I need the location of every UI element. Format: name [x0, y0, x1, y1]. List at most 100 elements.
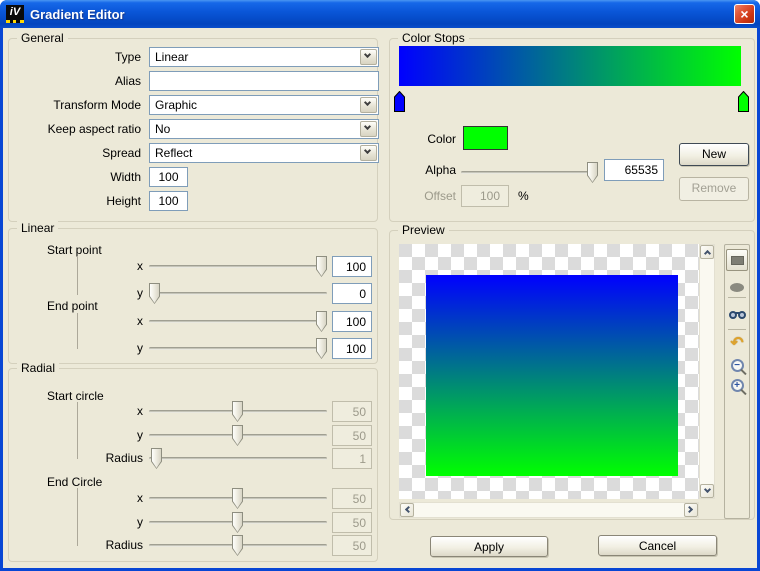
general-legend: General: [17, 31, 68, 46]
undo-button[interactable]: ↶: [727, 332, 747, 352]
keep-aspect-ratio-value: No: [155, 122, 170, 136]
type-dropdown-button[interactable]: [360, 49, 377, 65]
slider-thumb[interactable]: [316, 256, 327, 277]
gradient-editor-dialog: iV Gradient Editor × General Type Linear…: [0, 0, 760, 571]
type-value: Linear: [155, 50, 188, 64]
zoom-out-button[interactable]: −: [727, 355, 747, 375]
y-axis-label: y: [49, 428, 143, 442]
gradient-bar[interactable]: [399, 46, 741, 86]
slider-thumb: [232, 425, 243, 446]
spread-dropdown-button[interactable]: [360, 145, 377, 161]
transform-mode-value: Graphic: [155, 98, 197, 112]
rectangle-icon: [731, 256, 744, 265]
linear-end-y-slider[interactable]: [149, 347, 327, 350]
transform-mode-dropdown-button[interactable]: [360, 97, 377, 113]
height-label: Height: [19, 194, 141, 208]
radial-start-radius-row: Radius 1: [9, 448, 377, 470]
chevron-left-icon: [405, 506, 412, 513]
height-input[interactable]: 100: [149, 191, 188, 211]
rectangle-tool-button[interactable]: [726, 249, 748, 271]
linear-end-x-slider[interactable]: [149, 320, 327, 323]
slider-thumb: [151, 448, 162, 469]
cancel-button[interactable]: Cancel: [598, 535, 717, 556]
linear-start-y-value[interactable]: 0: [332, 283, 372, 304]
radial-end-x-row: x 50: [9, 488, 377, 510]
linear-start-x-row: x 100: [9, 256, 377, 278]
undo-icon: ↶: [730, 333, 743, 352]
gradient-stop-marker-end[interactable]: [738, 91, 749, 112]
alpha-value-input[interactable]: 65535: [604, 159, 664, 181]
radial-end-y-row: y 50: [9, 512, 377, 534]
preview-gradient: [426, 275, 678, 476]
slider-thumb[interactable]: [149, 283, 160, 304]
type-label: Type: [19, 50, 141, 64]
radial-end-radius-value: 50: [332, 535, 372, 556]
chevron-down-icon: [704, 486, 711, 493]
radial-end-x-slider: [149, 497, 327, 500]
color-label: Color: [398, 132, 456, 146]
color-stops-legend: Color Stops: [398, 31, 469, 46]
general-group: General Type Linear Alias Transform Mode…: [8, 38, 378, 222]
chevron-down-icon: [364, 147, 371, 154]
radial-end-radius-slider: [149, 544, 327, 547]
radial-start-x-row: x 50: [9, 401, 377, 423]
keep-aspect-ratio-label: Keep aspect ratio: [19, 122, 141, 136]
scroll-up-button[interactable]: [700, 245, 714, 259]
radial-legend: Radial: [17, 361, 59, 376]
x-axis-label: x: [49, 259, 143, 273]
linear-start-x-value[interactable]: 100: [332, 256, 372, 277]
slider-thumb[interactable]: [316, 338, 327, 359]
width-input[interactable]: 100: [149, 167, 188, 187]
keep-aspect-ratio-combobox[interactable]: No: [149, 119, 379, 139]
radial-start-y-value: 50: [332, 425, 372, 446]
slider-thumb[interactable]: [587, 162, 598, 183]
scroll-down-button[interactable]: [700, 484, 714, 498]
new-stop-button[interactable]: New: [679, 143, 749, 166]
linear-end-y-value[interactable]: 100: [332, 338, 372, 359]
keep-aspect-ratio-dropdown-button[interactable]: [360, 121, 377, 137]
transform-mode-combobox[interactable]: Graphic: [149, 95, 379, 115]
offset-input: 100: [461, 185, 509, 207]
linear-end-x-value[interactable]: 100: [332, 311, 372, 332]
close-button[interactable]: ×: [734, 4, 755, 24]
preview-group: Preview ↶ − +: [389, 230, 755, 520]
alpha-slider[interactable]: [461, 171, 598, 174]
chevron-down-icon: [364, 123, 371, 130]
radial-end-x-value: 50: [332, 488, 372, 509]
zoom-in-button[interactable]: +: [727, 375, 747, 395]
preview-glasses-button[interactable]: [727, 305, 747, 325]
chevron-down-icon: [364, 99, 371, 106]
preview-vertical-scrollbar[interactable]: [699, 244, 715, 499]
alias-label: Alias: [19, 74, 141, 88]
radial-group: Radial Start circle x 50 y 50 Radius 1 E…: [8, 368, 378, 562]
apply-button[interactable]: Apply: [430, 536, 548, 557]
toolbar-separator: [728, 329, 746, 330]
color-stops-group: Color Stops Color Alpha 65535 Offset 100…: [389, 38, 755, 222]
y-axis-label: y: [49, 341, 143, 355]
type-combobox[interactable]: Linear: [149, 47, 379, 67]
radial-end-y-value: 50: [332, 512, 372, 533]
preview-horizontal-scrollbar[interactable]: [399, 502, 699, 518]
spread-combobox[interactable]: Reflect: [149, 143, 379, 163]
scroll-right-button[interactable]: [684, 503, 698, 517]
toolbar-separator: [728, 297, 746, 298]
start-point-label: Start point: [47, 243, 102, 257]
scroll-left-button[interactable]: [400, 503, 414, 517]
linear-legend: Linear: [17, 221, 58, 236]
x-axis-label: x: [49, 404, 143, 418]
ellipse-tool-button[interactable]: [727, 277, 747, 297]
slider-thumb[interactable]: [316, 311, 327, 332]
titlebar[interactable]: iV Gradient Editor ×: [0, 0, 760, 28]
linear-start-y-slider[interactable]: [149, 292, 327, 295]
linear-start-x-slider[interactable]: [149, 265, 327, 268]
slider-thumb: [232, 512, 243, 533]
radius-label: Radius: [49, 451, 143, 465]
radial-start-radius-slider: [149, 457, 327, 460]
window-title: Gradient Editor: [30, 7, 125, 22]
color-swatch[interactable]: [463, 126, 508, 150]
alias-input[interactable]: [149, 71, 379, 91]
slider-thumb: [232, 401, 243, 422]
radial-end-y-slider: [149, 521, 327, 524]
gradient-stop-marker-start[interactable]: [394, 91, 405, 112]
ellipse-icon: [730, 283, 744, 292]
